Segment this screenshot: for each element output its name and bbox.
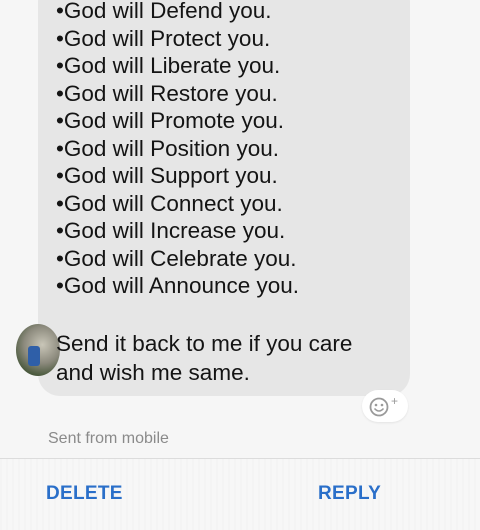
message-lines: •God will Defend you. •God will Protect … [56, 0, 299, 300]
message-line: •God will Promote you. [56, 108, 284, 133]
avatar[interactable] [16, 324, 60, 376]
message-line: •God will Celebrate you. [56, 245, 297, 271]
message-line: •God will Defend you. [56, 0, 272, 23]
avatar-figure [28, 346, 40, 366]
message-bubble[interactable]: •God will Defend you. •God will Protect … [16, 0, 410, 396]
message-line: •God will Position you. [56, 135, 279, 161]
delete-button[interactable]: DELETE [46, 483, 123, 505]
add-reaction-button[interactable]: + [362, 390, 408, 422]
message-closing: Send it back to me if you care and wish … [56, 330, 352, 387]
chat-area: •God will Defend you. •God will Protect … [0, 0, 480, 458]
add-reaction-icon: + [369, 396, 398, 417]
message-line: •God will Support you. [56, 163, 278, 188]
message-line: •God will Connect you. [56, 190, 283, 216]
closing-line: and wish me same. [56, 359, 250, 385]
message-line: •God will Restore you. [56, 80, 278, 106]
message-line: •God will Liberate you. [56, 53, 281, 78]
message-line: •God will Protect you. [56, 25, 271, 51]
action-bar: DELETE REPLY [0, 459, 480, 530]
reply-button[interactable]: REPLY [318, 483, 381, 505]
sent-from-label: Sent from mobile [48, 430, 169, 447]
message-line: •God will Announce you. [56, 273, 300, 298]
reaction-plus: + [391, 396, 398, 408]
closing-line: Send it back to me if you care [56, 331, 353, 356]
message-line: •God will Increase you. [56, 218, 286, 243]
